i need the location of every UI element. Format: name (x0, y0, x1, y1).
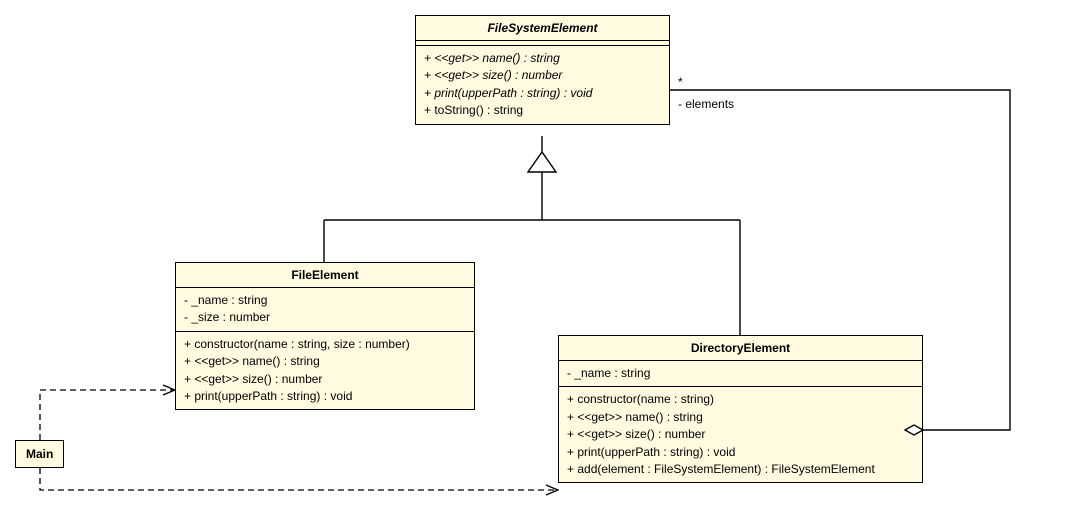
methods-section: + constructor(name : string) + <<get>> n… (559, 387, 922, 482)
members-section: + <<get>> name() : string + <<get>> size… (416, 46, 669, 124)
class-title: FileSystemElement (416, 16, 669, 41)
dependency-main-file (40, 390, 175, 440)
class-directoryelement: DirectoryElement - _name : string + cons… (558, 335, 923, 483)
method: + <<get>> size() : number (184, 371, 466, 388)
class-fileelement: FileElement - _name : string - _size : n… (175, 262, 475, 410)
methods-section: + constructor(name : string, size : numb… (176, 332, 474, 410)
method: + print(upperPath : string) : void (567, 444, 914, 461)
class-title: DirectoryElement (559, 336, 922, 361)
attribute: - _name : string (184, 292, 466, 309)
class-title: FileElement (176, 263, 474, 288)
method: + <<get>> name() : string (184, 353, 466, 370)
generalization-arrowhead (528, 152, 556, 172)
attributes-section: - _name : string (559, 361, 922, 387)
class-title: Main (26, 447, 53, 461)
method: + constructor(name : string) (567, 391, 914, 408)
dependency-main-dir (40, 468, 558, 490)
method: + print(upperPath : string) : void (184, 388, 466, 405)
attributes-section: - _name : string - _size : number (176, 288, 474, 332)
method: + <<get>> size() : number (567, 426, 914, 443)
class-main: Main (15, 440, 64, 468)
class-filesystemelement: FileSystemElement + <<get>> name() : str… (415, 15, 670, 125)
member: + toString() : string (424, 102, 661, 119)
member: + <<get>> name() : string (424, 50, 661, 67)
uml-canvas: FileSystemElement + <<get>> name() : str… (0, 0, 1066, 532)
role-label: - elements (678, 97, 734, 111)
attribute: - _size : number (184, 309, 466, 326)
method: + constructor(name : string, size : numb… (184, 336, 466, 353)
method: + add(element : FileSystemElement) : Fil… (567, 461, 914, 478)
multiplicity-label: * (678, 75, 683, 89)
attribute: - _name : string (567, 365, 914, 382)
member: + <<get>> size() : number (424, 67, 661, 84)
member: + print(upperPath : string) : void (424, 85, 661, 102)
method: + <<get>> name() : string (567, 409, 914, 426)
